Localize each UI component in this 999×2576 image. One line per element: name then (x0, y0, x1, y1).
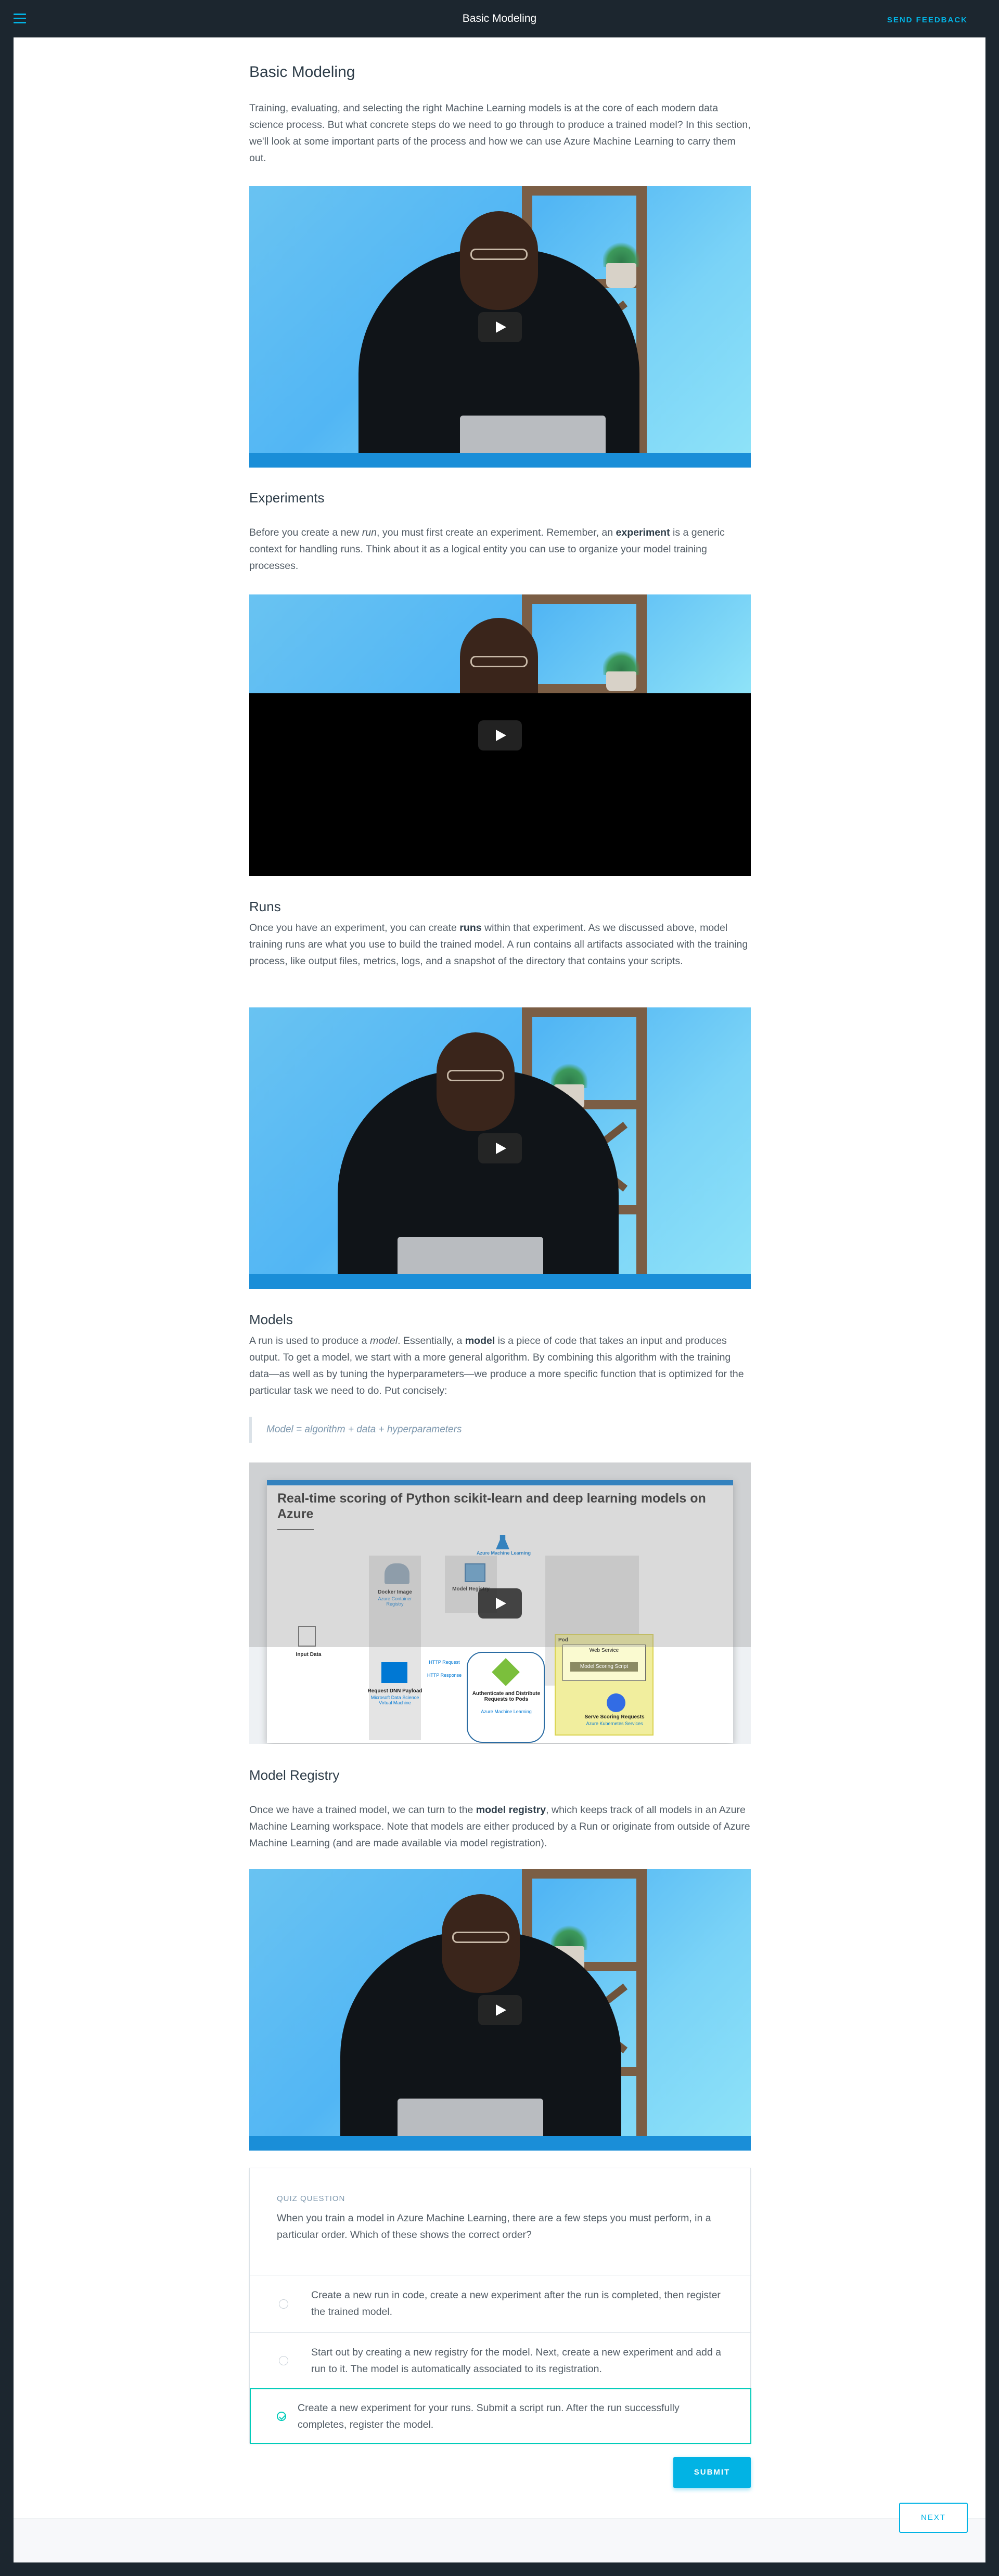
top-bar: Basic Modeling SEND FEEDBACK (0, 0, 999, 37)
play-icon[interactable] (478, 312, 522, 342)
quiz-option[interactable]: Create a new run in code, create a new e… (250, 2275, 751, 2332)
video-player[interactable] (249, 594, 751, 876)
registry-paragraph: Once we have a trained model, we can tur… (249, 1804, 750, 1849)
quiz-question: When you train a model in Azure Machine … (277, 2212, 711, 2241)
play-icon[interactable] (478, 720, 522, 750)
next-button[interactable]: NEXT (899, 2503, 968, 2533)
experiments-paragraph: Before you create a new run, you must fi… (249, 527, 725, 572)
quiz-card: QUIZ QUESTION When you train a model in … (249, 2168, 751, 2444)
play-icon[interactable] (478, 1995, 522, 2025)
main-content: Basic Modeling Training, evaluating, and… (14, 37, 985, 2562)
video-player[interactable] (249, 186, 751, 468)
models-paragraph: A run is used to produce a model. Essent… (249, 1335, 744, 1396)
play-icon[interactable] (478, 1133, 522, 1163)
section-heading-experiments: Experiments (249, 490, 325, 506)
submit-button[interactable]: SUBMIT (673, 2457, 751, 2488)
quiz-label: QUIZ QUESTION (277, 2194, 345, 2203)
section-heading-model-registry: Model Registry (249, 1767, 340, 1783)
architecture-diagram-video[interactable]: Real-time scoring of Python scikit-learn… (249, 1462, 751, 1744)
radio-button[interactable] (279, 2299, 288, 2309)
runs-paragraph: Once you have an experiment, you can cre… (249, 922, 748, 967)
play-icon[interactable] (478, 1588, 522, 1619)
footer-bar (14, 2518, 985, 2562)
quiz-option[interactable]: Start out by creating a new registry for… (250, 2332, 751, 2388)
model-formula-quote: Model = algorithm + data + hyperparamete… (249, 1417, 751, 1443)
radio-button[interactable] (279, 2356, 288, 2365)
video-player[interactable] (249, 1007, 751, 1289)
section-heading-runs: Runs (249, 899, 281, 914)
section-heading-basic-modeling: Basic Modeling (249, 63, 355, 81)
send-feedback-link[interactable]: SEND FEEDBACK (887, 0, 968, 41)
intro-paragraph: Training, evaluating, and selecting the … (249, 102, 751, 164)
quiz-option-selected[interactable]: Create a new experiment for your runs. S… (250, 2388, 751, 2444)
video-player[interactable] (249, 1869, 751, 2151)
checkmark-icon[interactable] (277, 2412, 286, 2421)
section-heading-models: Models (249, 1312, 293, 1327)
page-title: Basic Modeling (462, 12, 537, 24)
